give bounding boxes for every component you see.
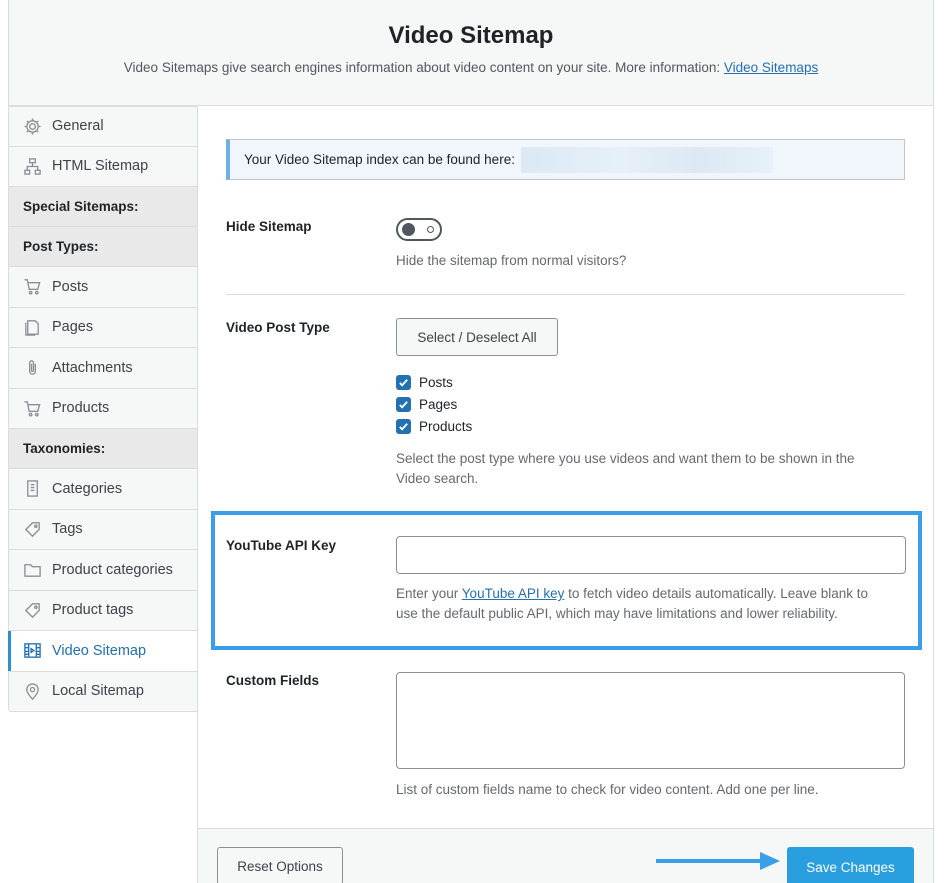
sidebar-item-pages[interactable]: Pages xyxy=(8,307,198,348)
sidebar-heading-special: Special Sitemaps: xyxy=(8,187,198,227)
video-icon xyxy=(22,641,42,661)
location-pin-icon xyxy=(22,681,42,701)
sidebar-item-label: Categories xyxy=(52,480,123,497)
paperclip-icon xyxy=(22,358,42,378)
sitemap-url-redacted xyxy=(520,146,773,173)
page-title: Video Sitemap xyxy=(388,22,554,49)
custom-fields-label: Custom Fields xyxy=(226,673,320,688)
sidebar-item-label: General xyxy=(52,118,104,135)
toggle-off-indicator xyxy=(427,226,434,233)
hide-sitemap-description: Hide the sitemap from normal visitors? xyxy=(396,253,627,268)
notice-text: Your Video Sitemap index can be found he… xyxy=(244,152,515,167)
checkbox-checked-icon xyxy=(396,419,411,434)
sidebar-heading-post-types: Post Types: xyxy=(8,227,198,267)
description-text: to fetch video details automatically. Le… xyxy=(568,586,869,601)
gear-icon xyxy=(22,116,42,136)
sidebar: General HTML Sitemap Special Sitemaps: P… xyxy=(8,106,198,712)
sitemap-icon xyxy=(22,156,42,176)
sidebar-item-attachments[interactable]: Attachments xyxy=(8,348,198,389)
sidebar-item-categories[interactable]: Categories xyxy=(8,469,198,510)
description-text: Enter your xyxy=(396,586,459,601)
hide-sitemap-toggle[interactable] xyxy=(396,218,442,241)
sidebar-item-product-tags[interactable]: Product tags xyxy=(8,590,198,631)
arrow-annotation-icon xyxy=(656,852,780,870)
page-subtitle: Video Sitemaps give search engines infor… xyxy=(9,60,933,75)
tag-icon xyxy=(22,519,42,539)
checkbox-pages[interactable]: Pages xyxy=(396,397,457,412)
checkbox-label: Posts xyxy=(419,375,453,390)
sidebar-item-label: Product categories xyxy=(52,561,173,578)
description-line: Video search. xyxy=(396,471,479,486)
checkbox-label: Products xyxy=(419,419,473,434)
sidebar-item-label: Tags xyxy=(52,521,83,538)
youtube-api-key-link[interactable]: YouTube API key xyxy=(462,586,565,601)
checkbox-posts[interactable]: Posts xyxy=(396,375,453,390)
youtube-api-key-input[interactable] xyxy=(396,536,906,574)
youtube-api-highlight-box xyxy=(211,511,922,650)
cart-icon xyxy=(22,398,42,418)
sidebar-item-label: Video Sitemap xyxy=(52,642,147,659)
description-line: use the default public API, which may ha… xyxy=(396,606,838,621)
sidebar-item-label: Products xyxy=(52,400,110,417)
reset-options-button[interactable]: Reset Options xyxy=(217,847,343,883)
page-header: Video Sitemap Video Sitemaps give search… xyxy=(8,0,934,106)
tag-icon xyxy=(22,600,42,620)
checkbox-checked-icon xyxy=(396,375,411,390)
sidebar-heading-taxonomies: Taxonomies: xyxy=(8,429,198,469)
document-icon xyxy=(22,479,42,499)
sidebar-item-product-categories[interactable]: Product categories xyxy=(8,550,198,591)
sidebar-item-label: HTML Sitemap xyxy=(52,158,149,175)
sidebar-item-video-sitemap[interactable]: Video Sitemap xyxy=(8,631,198,672)
sidebar-item-label: Pages xyxy=(52,319,94,336)
select-deselect-all-button[interactable]: Select / Deselect All xyxy=(396,318,558,356)
save-changes-button[interactable]: Save Changes xyxy=(787,847,914,883)
custom-fields-description: List of custom fields name to check for … xyxy=(396,782,819,797)
sidebar-item-posts[interactable]: Posts xyxy=(8,267,198,308)
sidebar-item-html-sitemap[interactable]: HTML Sitemap xyxy=(8,146,198,187)
video-post-type-label: Video Post Type xyxy=(226,320,330,335)
sidebar-item-label: Attachments xyxy=(52,359,133,376)
sitemap-index-notice: Your Video Sitemap index can be found he… xyxy=(226,139,905,180)
checkbox-products[interactable]: Products xyxy=(396,419,472,434)
custom-fields-textarea[interactable] xyxy=(396,672,905,769)
checkbox-label: Pages xyxy=(419,397,458,412)
subtitle-text: Video Sitemaps give search engines infor… xyxy=(123,60,721,75)
sidebar-item-products[interactable]: Products xyxy=(8,388,198,429)
sidebar-item-local-sitemap[interactable]: Local Sitemap xyxy=(8,671,198,712)
section-divider xyxy=(226,294,905,295)
cart-icon xyxy=(22,277,42,297)
sidebar-item-label: Posts xyxy=(52,278,89,295)
video-sitemaps-link[interactable]: Video Sitemaps xyxy=(724,60,818,75)
video-post-type-description: Select the post type where you use video… xyxy=(396,449,855,489)
sidebar-item-label: Product tags xyxy=(52,602,134,619)
sidebar-item-general[interactable]: General xyxy=(8,106,198,147)
description-line: Select the post type where you use video… xyxy=(396,451,855,466)
sidebar-item-tags[interactable]: Tags xyxy=(8,509,198,550)
youtube-api-key-label: YouTube API Key xyxy=(226,538,337,553)
folder-icon xyxy=(22,560,42,580)
youtube-api-key-description: Enter your YouTube API key to fetch vide… xyxy=(396,584,868,624)
page-icon xyxy=(22,317,42,337)
hide-sitemap-label: Hide Sitemap xyxy=(226,219,312,234)
toggle-knob xyxy=(402,223,415,236)
sidebar-item-label: Local Sitemap xyxy=(52,683,144,700)
checkbox-checked-icon xyxy=(396,397,411,412)
